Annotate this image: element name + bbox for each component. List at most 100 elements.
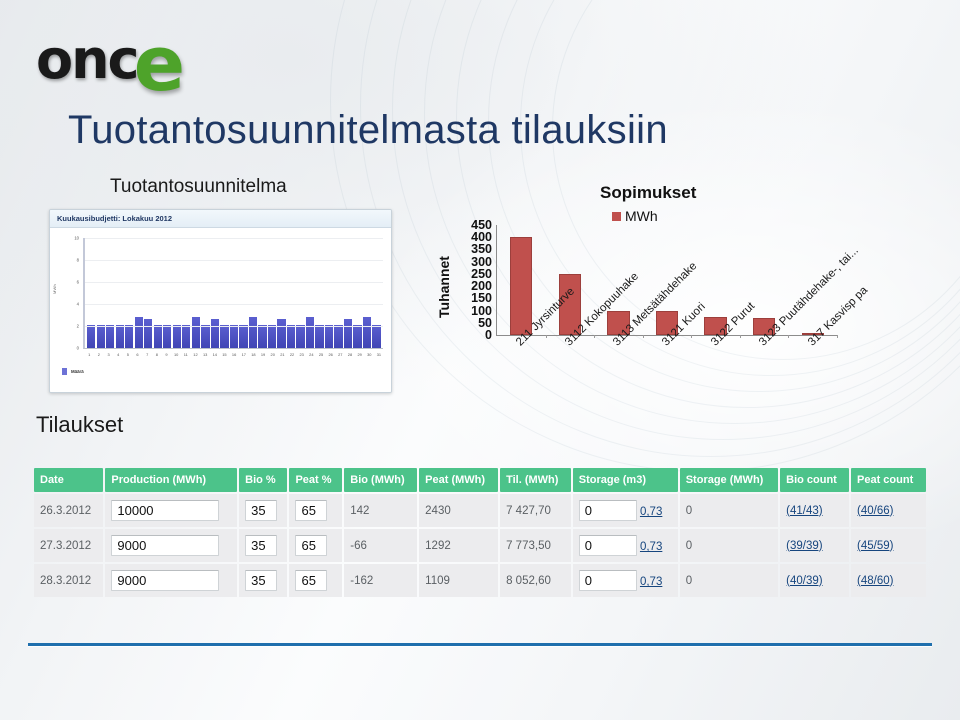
cell-date: 27.3.2012 (34, 529, 104, 562)
peat-mwh-value: 1109 (425, 574, 450, 587)
cell-bio-pct[interactable]: 35 (239, 494, 288, 527)
orders-table-column-header[interactable]: Peat % (289, 468, 343, 492)
plan-x-tick: 25 (318, 352, 324, 357)
bio-mwh-value: 142 (350, 504, 370, 517)
storage-m3-link[interactable]: 0,73 (640, 576, 662, 588)
cell-storage-m3[interactable]: 0 0,73 (572, 564, 678, 597)
orders-table-head: Date Production (MWh) Bio % Peat % Bio (MWh)… (34, 468, 926, 492)
plan-bar (296, 324, 305, 348)
plan-x-tick: 18 (251, 352, 256, 357)
plan-bar (258, 324, 267, 348)
orders-table-column-header[interactable]: Til. (MWh) (500, 468, 571, 492)
cell-production[interactable]: 9000 (105, 564, 238, 597)
cell-bio-pct[interactable]: 35 (239, 529, 288, 562)
storage-m3-input[interactable]: 0 (578, 500, 637, 521)
contracts-y-axis-label: Tuhannet (436, 256, 452, 318)
plan-bar (106, 324, 115, 348)
orders-table-column-header[interactable]: Peat count (851, 468, 926, 492)
cell-til-mwh: 7 427,70 (500, 494, 571, 527)
orders-table-column-header[interactable]: Bio (MWh) (344, 468, 418, 492)
cell-bio-mwh: -162 (344, 564, 418, 597)
production-input[interactable]: 9000 (111, 570, 220, 591)
plan-x-tick: 15 (222, 352, 227, 357)
orders-table-column-header[interactable]: Date (34, 468, 104, 492)
plan-bar (277, 319, 286, 348)
plan-bar (353, 324, 362, 348)
peat-count-link[interactable]: (45/59) (857, 540, 893, 552)
plan-x-tick: 14 (212, 352, 217, 357)
plan-x-tick: 31 (376, 352, 382, 357)
contracts-x-tick-mark (739, 335, 741, 338)
peat-count-link[interactable]: (40/66) (857, 505, 893, 517)
cell-bio-pct[interactable]: 35 (239, 564, 288, 597)
slide-canvas: onc e Tuotantosuunnitelmasta tilauksiin … (0, 0, 960, 720)
plan-x-tick: 12 (193, 352, 198, 357)
production-input[interactable]: 9000 (111, 535, 220, 556)
bio-count-link[interactable]: (41/43) (786, 505, 822, 517)
cell-date: 28.3.2012 (34, 564, 104, 597)
plan-y-tick: 0 (76, 345, 79, 351)
cell-storage-m3[interactable]: 0 0,73 (572, 494, 678, 527)
cell-bio-count[interactable]: (40/39) (780, 564, 849, 597)
orders-table-column-header[interactable]: Storage (MWh) (679, 468, 779, 492)
plan-bar (267, 324, 277, 348)
production-input[interactable]: 10000 (111, 500, 220, 521)
bio-count-link[interactable]: (39/39) (786, 540, 822, 552)
cell-storage-mwh: 0 (679, 564, 779, 597)
orders-table-column-header[interactable]: Bio % (239, 468, 288, 492)
orders-table-column-header[interactable]: Bio count (780, 468, 849, 492)
section-heading-production-plan: Tuotantosuunnitelma (110, 176, 287, 197)
cell-peat-pct[interactable]: 65 (289, 564, 343, 597)
plan-x-tick: 29 (357, 352, 362, 357)
contracts-y-tick: 100 (471, 303, 492, 318)
cell-storage-mwh: 0 (679, 529, 779, 562)
plan-chart-body: MWh 0 2 4 6 8 10 1 2 3 4 5 6 7 8 9 10 11 12 13 14 15 16 17 18 1… (50, 228, 391, 392)
storage-m3-link[interactable]: 0,73 (640, 506, 662, 518)
storage-m3-link[interactable]: 0,73 (640, 541, 662, 553)
cell-storage-m3[interactable]: 0 0,73 (572, 529, 678, 562)
til-mwh-value: 7 427,70 (506, 504, 551, 517)
peat-percent-input[interactable]: 65 (295, 500, 328, 521)
contracts-x-tick-mark (594, 335, 596, 338)
cell-production[interactable]: 9000 (105, 529, 238, 562)
cell-peat-count[interactable]: (45/59) (851, 529, 926, 562)
cell-peat-count[interactable]: (48/60) (851, 564, 926, 597)
cell-peat-mwh: 1292 (419, 529, 499, 562)
plan-bar (125, 324, 134, 348)
cell-peat-count[interactable]: (40/66) (851, 494, 926, 527)
plan-bar (163, 324, 172, 348)
orders-table-column-header[interactable]: Peat (MWh) (419, 468, 499, 492)
orders-table-column-header[interactable]: Production (MWh) (105, 468, 238, 492)
storage-m3-input[interactable]: 0 (578, 570, 637, 591)
storage-m3-input[interactable]: 0 (578, 535, 637, 556)
bio-count-link[interactable]: (40/39) (786, 575, 822, 587)
plan-bar (324, 324, 334, 348)
cell-bio-count[interactable]: (39/39) (780, 529, 849, 562)
peat-percent-input[interactable]: 65 (295, 570, 328, 591)
orders-table-header-row: Date Production (MWh) Bio % Peat % Bio (MWh)… (34, 468, 926, 492)
bio-percent-input[interactable]: 35 (245, 570, 278, 591)
peat-percent-input[interactable]: 65 (295, 535, 328, 556)
plan-legend-swatch (62, 368, 67, 375)
footer-divider (28, 643, 932, 646)
storage-mwh-value: 0 (685, 504, 693, 517)
cell-peat-pct[interactable]: 65 (289, 494, 343, 527)
bio-percent-input[interactable]: 35 (245, 500, 278, 521)
orders-table-column-header[interactable]: Storage (m3) (572, 468, 678, 492)
cell-peat-mwh: 1109 (419, 564, 499, 597)
contracts-y-tick: 300 (471, 254, 492, 269)
bio-percent-input[interactable]: 35 (245, 535, 278, 556)
plan-bar (315, 324, 324, 348)
cell-peat-mwh: 2430 (419, 494, 499, 527)
cell-peat-pct[interactable]: 65 (289, 529, 343, 562)
cell-date: 26.3.2012 (34, 494, 104, 527)
cell-storage-mwh: 0 (679, 494, 779, 527)
plan-y-tick: 4 (76, 301, 79, 307)
peat-count-link[interactable]: (48/60) (857, 575, 893, 587)
plan-gridline (85, 304, 383, 305)
plan-x-tick: 11 (183, 352, 188, 357)
cell-production[interactable]: 10000 (105, 494, 238, 527)
plan-bar (343, 319, 353, 348)
plan-x-tick: 27 (338, 352, 343, 357)
cell-bio-count[interactable]: (41/43) (780, 494, 849, 527)
